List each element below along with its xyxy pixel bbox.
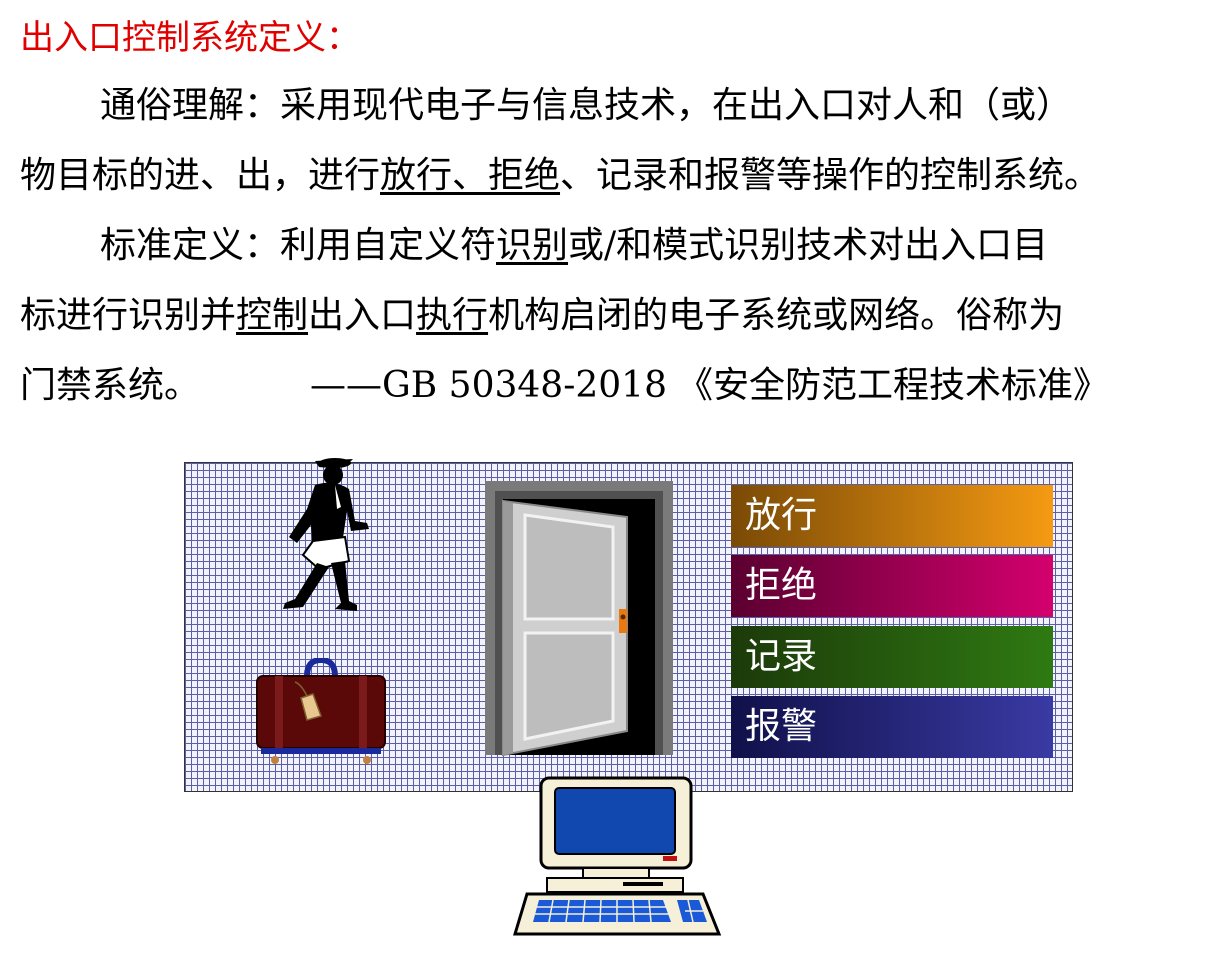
record-label: 记录 (731, 626, 1053, 688)
popular-text-end: 、记录和报警等操作的控制系统。 (560, 155, 1101, 196)
standard-line-2: 标进行识别并控制出入口执行机构启闭的电子系统或网络。俗称为 (20, 282, 1210, 352)
standard-text: 标进行识别并 (20, 295, 237, 336)
underlined-release-reject: 放行、拒绝 (380, 155, 561, 196)
underlined-identify: 识别 (496, 225, 569, 266)
popular-line-2: 物目标的进、出，进行放行、拒绝、记录和报警等操作的控制系统。 (20, 142, 1210, 212)
standard-reference: ——GB 50348-2018 (310, 365, 667, 406)
standard-text: 机构启闭的电子系统或网络。俗称为 (488, 295, 1065, 336)
popular-definition: 通俗理解：采用现代电子与信息技术，在出入口对人和（或） 物目标的进、出，进行放行… (20, 72, 1210, 212)
standard-text: 或/和模式识别技术对出入口目 (568, 225, 1049, 266)
popular-text: 物目标的进、出，进行 (20, 155, 381, 196)
standard-line-1: 标准定义：利用自定义符识别或/和模式识别技术对出入口目 (20, 212, 1210, 282)
open-door-icon (485, 481, 673, 757)
slide-title: 出入口控制系统定义： (20, 18, 360, 58)
reject-label: 拒绝 (731, 555, 1053, 617)
alarm-label: 报警 (731, 696, 1053, 758)
standard-text: 出入口 (308, 295, 417, 336)
standard-text: 标准定义：利用自定义符 (100, 225, 497, 266)
walking-man-icon (283, 458, 369, 611)
standard-title: 《安全防范工程技术标准》 (676, 365, 1109, 406)
access-control-diagram: 放行 拒绝 记录 报警 (184, 458, 1073, 792)
underlined-control: 控制 (236, 295, 309, 336)
standard-definition: 标准定义：利用自定义符识别或/和模式识别技术对出入口目 标进行识别并控制出入口执… (20, 212, 1210, 422)
underlined-execute: 执行 (416, 295, 489, 336)
computer-icon (513, 776, 722, 936)
standard-text: 门禁系统。 (20, 365, 201, 406)
release-label: 放行 (731, 485, 1053, 547)
standard-line-3: 门禁系统。 ——GB 50348-2018 《安全防范工程技术标准》 (20, 352, 1210, 422)
suitcase-icon (256, 658, 386, 764)
popular-line-1: 通俗理解：采用现代电子与信息技术，在出入口对人和（或） (100, 85, 1073, 126)
